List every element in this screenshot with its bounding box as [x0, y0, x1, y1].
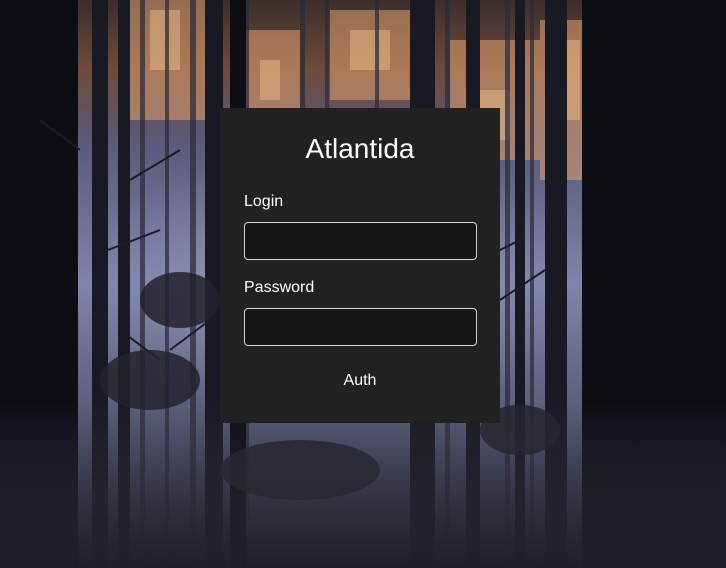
password-label: Password [244, 279, 315, 296]
login-label: Login [244, 193, 284, 210]
login-card: Atlantida Login Password Auth [220, 108, 500, 423]
password-input[interactable] [244, 308, 477, 346]
login-input[interactable] [244, 222, 477, 260]
auth-button[interactable]: Auth [320, 366, 400, 396]
app-title: Atlantida [305, 133, 415, 164]
